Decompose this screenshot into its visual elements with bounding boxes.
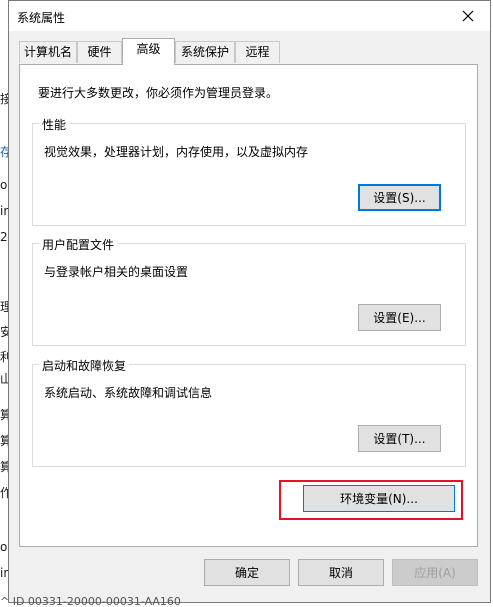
performance-description: 视觉效果，处理器计划，内存使用，以及虚拟内存 [44, 145, 309, 159]
startup-recovery-description: 系统启动、系统故障和调试信息 [44, 386, 213, 400]
close-icon [462, 10, 474, 22]
close-button[interactable] [446, 1, 490, 31]
tab-computer-name[interactable]: 计算机名 [19, 41, 77, 63]
advanced-tab-panel: 要进行大多数更改，你必须作为管理员登录。 性能 视觉效果，处理器计划，内存使用，… [19, 64, 478, 547]
environment-variables-button[interactable]: 环境变量(N)... [303, 485, 455, 512]
button-label: 环境变量(N)... [340, 492, 418, 506]
tab-remote[interactable]: 远程 [235, 41, 280, 63]
performance-group: 性能 视觉效果，处理器计划，内存使用，以及虚拟内存 设置(S)... [32, 116, 466, 226]
button-label: 取消 [328, 566, 353, 580]
button-label: 应用(A) [414, 566, 456, 580]
tab-advanced[interactable]: 高级 [122, 38, 175, 65]
tab-label: 系统保护 [180, 45, 229, 59]
tab-label: 计算机名 [23, 45, 72, 59]
button-label: 确定 [234, 566, 259, 580]
button-label: 设置(S)... [373, 191, 426, 205]
tab-system-protection[interactable]: 系统保护 [175, 41, 235, 63]
window-title: 系统属性 [17, 11, 66, 25]
background-status-text: ^ ID 00331-20000-00031-AA160 [0, 597, 181, 607]
user-profiles-group-title: 用户配置文件 [39, 236, 118, 253]
apply-button[interactable]: 应用(A) [392, 559, 478, 586]
performance-group-title: 性能 [39, 116, 70, 133]
cancel-button[interactable]: 取消 [298, 559, 384, 586]
title-bar: 系统属性 [9, 1, 490, 31]
tab-label: 硬件 [87, 45, 112, 59]
tab-label: 高级 [136, 42, 161, 56]
ok-button[interactable]: 确定 [204, 559, 290, 586]
user-profiles-group: 用户配置文件 与登录帐户相关的桌面设置 设置(E)... [32, 236, 466, 346]
tab-label: 远程 [245, 45, 270, 59]
user-profiles-settings-button[interactable]: 设置(E)... [358, 304, 441, 331]
button-label: 设置(E)... [373, 311, 426, 325]
user-profiles-description: 与登录帐户相关的桌面设置 [44, 265, 189, 279]
startup-recovery-settings-button[interactable]: 设置(T)... [358, 425, 441, 452]
performance-settings-button[interactable]: 设置(S)... [358, 184, 441, 211]
system-properties-dialog: 系统属性 计算机名 硬件 高级 系统保护 远程 要进行大多数更改，你必须作为管理… [8, 0, 491, 603]
admin-notice: 要进行大多数更改，你必须作为管理员登录。 [38, 86, 279, 100]
tab-hardware[interactable]: 硬件 [77, 41, 122, 63]
startup-recovery-group-title: 启动和故障恢复 [39, 357, 130, 374]
startup-recovery-group: 启动和故障恢复 系统启动、系统故障和调试信息 设置(T)... [32, 357, 466, 467]
button-label: 设置(T)... [373, 432, 426, 446]
